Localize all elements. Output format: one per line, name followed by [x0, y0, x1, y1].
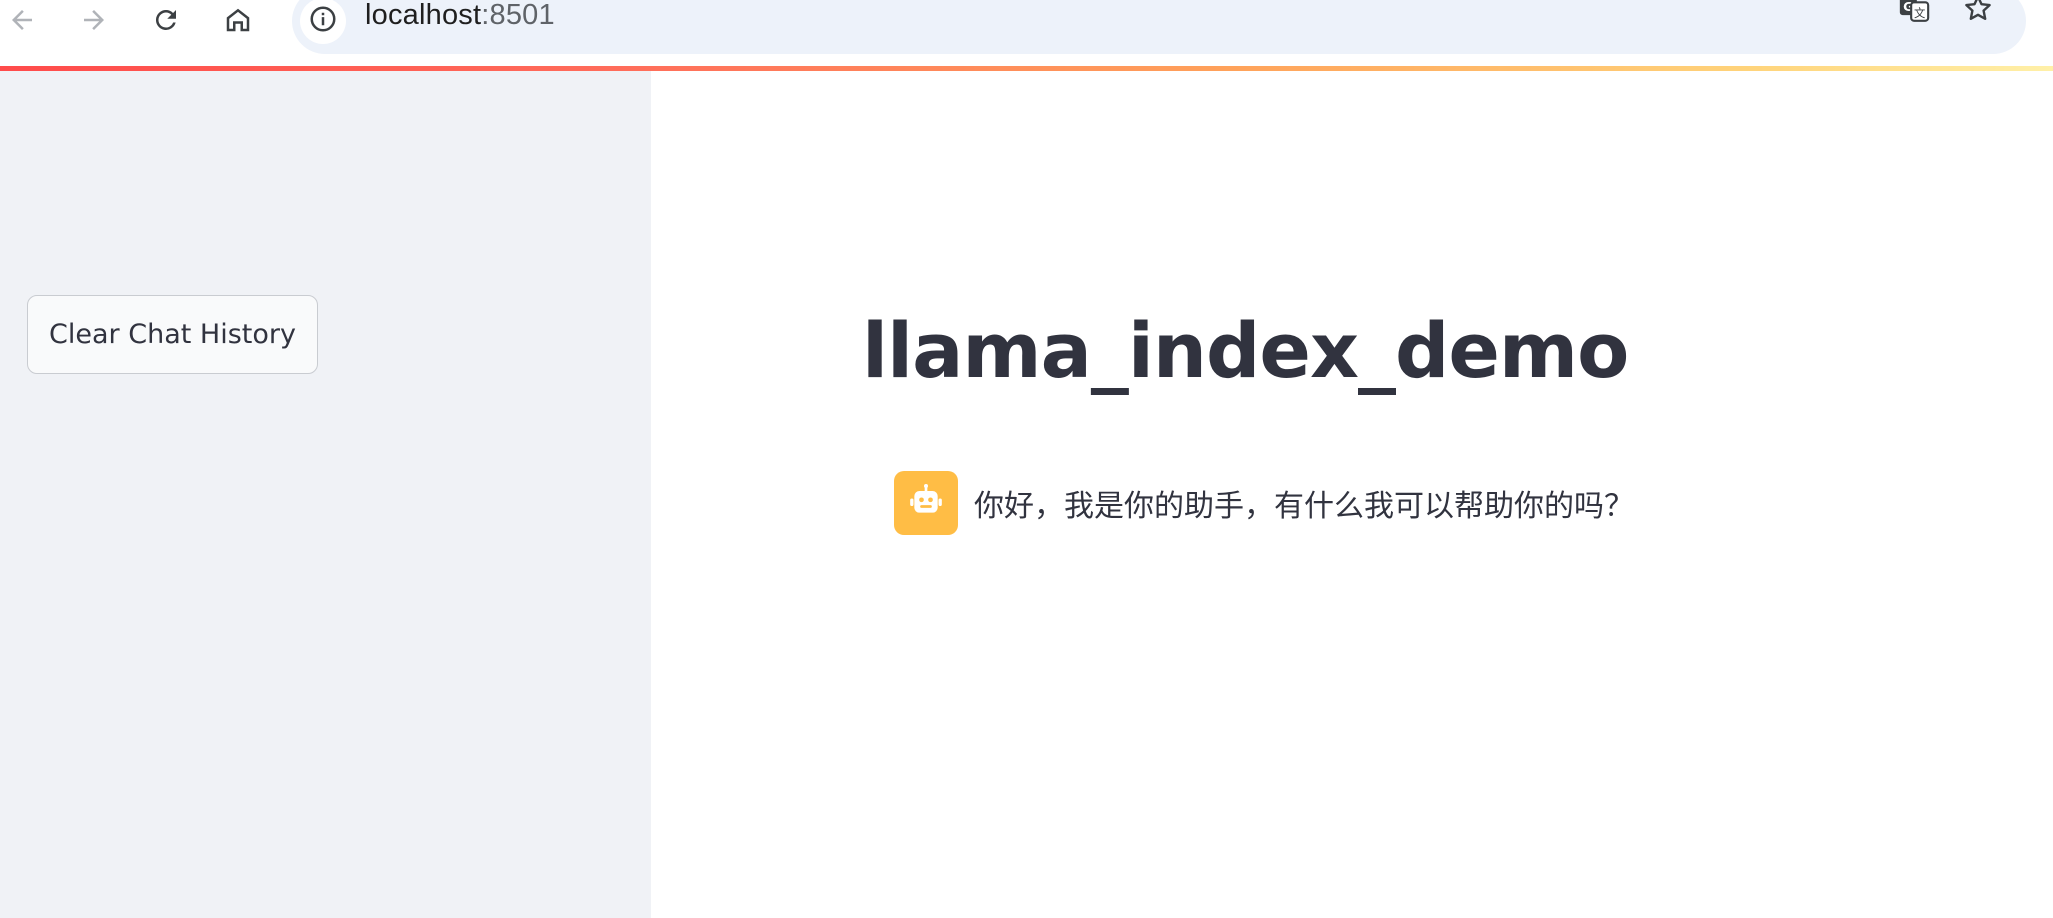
translate-icon: G文 — [1897, 0, 1931, 29]
translate-button[interactable]: G文 — [1892, 0, 1936, 30]
svg-text:文: 文 — [1914, 6, 1925, 20]
forward-arrow-icon — [79, 5, 109, 35]
url-text[interactable]: localhost:8501 — [365, 0, 555, 35]
home-button[interactable] — [216, 0, 260, 40]
main-content: llama_index_demo 你好，我是你的助手，有什么我可以帮助你的吗？ — [651, 71, 2053, 918]
bookmark-star-icon — [1962, 0, 1994, 28]
reload-button[interactable] — [144, 0, 188, 40]
address-bar[interactable]: localhost:8501 G文 — [292, 0, 2026, 54]
back-button[interactable] — [0, 0, 44, 40]
site-info-icon — [308, 4, 338, 38]
back-arrow-icon — [7, 5, 37, 35]
assistant-avatar — [894, 471, 958, 535]
url-port: :8501 — [481, 0, 555, 31]
browser-toolbar: localhost:8501 G文 — [0, 0, 2053, 66]
robot-icon — [906, 481, 946, 525]
chat-message-assistant: 你好，我是你的助手，有什么我可以帮助你的吗？ — [894, 470, 1634, 536]
clear-chat-history-button[interactable]: Clear Chat History — [27, 295, 318, 374]
sidebar: Clear Chat History — [0, 71, 651, 918]
url-host: localhost — [365, 0, 482, 31]
home-icon — [223, 5, 253, 35]
message-text: 你好，我是你的助手，有什么我可以帮助你的吗？ — [974, 489, 1634, 524]
site-info-button[interactable] — [300, 0, 346, 44]
page-title: llama_index_demo — [862, 306, 1629, 395]
forward-button[interactable] — [72, 0, 116, 40]
bookmark-button[interactable] — [1956, 0, 2000, 30]
reload-icon — [151, 5, 181, 35]
